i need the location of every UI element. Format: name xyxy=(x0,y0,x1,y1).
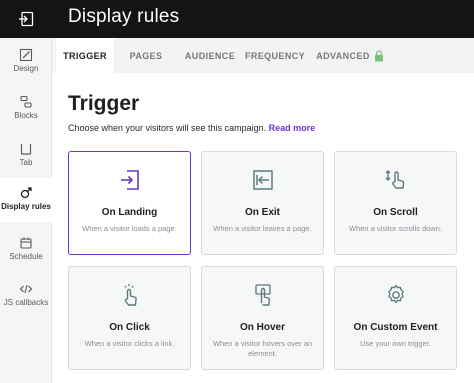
trigger-card-on-exit[interactable]: On Exit When a visitor leaves a page. xyxy=(201,151,324,255)
trigger-card-on-custom-event[interactable]: On Custom Event Use your own trigger. xyxy=(334,266,457,370)
sidebar-item-display-rules[interactable]: Display rules xyxy=(0,178,52,222)
tap-hand-icon xyxy=(123,284,137,306)
pointer-click-icon xyxy=(20,187,32,199)
tab-frequency[interactable]: FREQUENCY xyxy=(244,38,306,73)
tab-icon xyxy=(20,144,32,155)
exit-button[interactable] xyxy=(0,0,52,38)
card-title: On Hover xyxy=(239,322,285,333)
sidebar-item-design[interactable]: Design xyxy=(0,44,52,84)
section-heading: Trigger xyxy=(68,92,140,115)
card-description: When a visitor loads a page. xyxy=(82,224,177,233)
trigger-card-on-hover[interactable]: On Hover When a visitor hovers over an e… xyxy=(201,266,324,370)
exit-icon xyxy=(19,11,34,27)
card-title: On Custom Event xyxy=(353,322,438,333)
card-description: When a visitor clicks a link. xyxy=(84,339,175,348)
trigger-card-on-click[interactable]: On Click When a visitor clicks a link. xyxy=(68,266,191,370)
card-title: On Scroll xyxy=(373,207,418,218)
lock-icon xyxy=(375,50,383,62)
read-more-link[interactable]: Read more xyxy=(269,123,316,133)
description-text: Choose when your visitors will see this … xyxy=(68,123,267,133)
top-bar: Display rules xyxy=(0,0,474,38)
page-title: Display rules xyxy=(68,6,180,27)
sidebar: Design Blocks Tab Display rules Schedule… xyxy=(0,38,52,383)
card-title: On Click xyxy=(109,322,150,333)
tab-audience[interactable]: AUDIENCE xyxy=(180,38,240,73)
code-icon xyxy=(19,284,33,294)
card-title: On Landing xyxy=(101,207,158,218)
tab-advanced[interactable]: ADVANCED xyxy=(312,38,374,73)
sidebar-item-label: Display rules xyxy=(1,202,51,211)
sidebar-item-js-callbacks[interactable]: JS callbacks xyxy=(0,278,52,318)
tab-trigger[interactable]: TRIGGER xyxy=(56,38,114,73)
gear-icon xyxy=(387,284,404,304)
sidebar-item-label: Tab xyxy=(19,158,33,167)
card-description: When a visitor scrolls down. xyxy=(349,224,442,233)
sidebar-item-label: JS callbacks xyxy=(3,298,49,307)
enter-icon xyxy=(120,170,139,190)
exit-arrow-icon xyxy=(252,170,273,190)
calendar-icon xyxy=(20,237,32,249)
tab-bar: TRIGGER PAGES AUDIENCE FREQUENCY ADVANCE… xyxy=(52,38,474,73)
sidebar-item-label: Blocks xyxy=(14,111,38,120)
card-description: When a visitor hovers over an element. xyxy=(212,339,313,358)
section-description: Choose when your visitors will see this … xyxy=(68,123,315,133)
scroll-hand-icon xyxy=(385,170,404,189)
card-title: On Exit xyxy=(244,207,280,218)
sidebar-item-label: Design xyxy=(13,64,39,73)
card-description: When a visitor leaves a page. xyxy=(213,224,312,233)
sidebar-item-blocks[interactable]: Blocks xyxy=(0,91,52,131)
tab-pages[interactable]: PAGES xyxy=(120,38,172,73)
blocks-icon xyxy=(20,95,32,108)
pencil-ruler-icon xyxy=(19,48,33,62)
sidebar-item-schedule[interactable]: Schedule xyxy=(0,232,52,272)
sidebar-item-label: Schedule xyxy=(9,252,43,261)
hover-hand-icon xyxy=(254,284,271,306)
trigger-card-on-landing[interactable]: On Landing When a visitor loads a page. xyxy=(68,151,191,255)
card-description: Use your own trigger. xyxy=(360,339,431,348)
trigger-card-on-scroll[interactable]: On Scroll When a visitor scrolls down. xyxy=(334,151,457,255)
sidebar-item-tab[interactable]: Tab xyxy=(0,138,52,178)
